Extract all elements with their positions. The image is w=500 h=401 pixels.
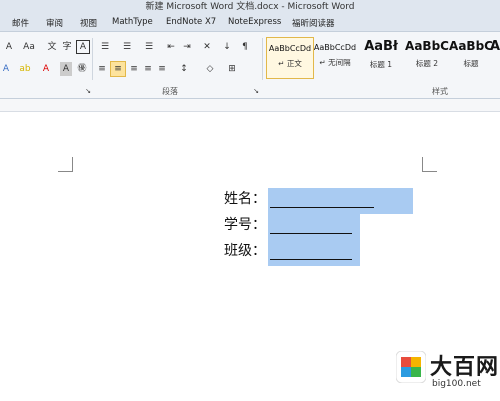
dialog-launcher-icon[interactable]: ↘ bbox=[252, 84, 260, 98]
menu-foxit[interactable]: 福昕阅读器 bbox=[292, 17, 335, 29]
line-spacing-icon[interactable]: ↕ bbox=[176, 62, 192, 76]
menu-view[interactable]: 视图 bbox=[80, 17, 97, 29]
justify-icon[interactable]: ≡ bbox=[142, 62, 154, 76]
window-title: 新建 Microsoft Word 文档.docx - Microsoft Wo… bbox=[0, 0, 500, 14]
style-sample: AaBbCcDd bbox=[268, 44, 312, 53]
style-name: ↵ 正文 bbox=[278, 59, 302, 68]
style-sample: AaBł bbox=[364, 39, 398, 54]
underline bbox=[270, 207, 374, 208]
site-logo: 大百网 big100.net bbox=[396, 349, 498, 395]
show-marks-icon[interactable]: ¶ bbox=[238, 40, 252, 54]
change-case-icon[interactable]: Aa bbox=[20, 40, 38, 54]
dialog-launcher-icon[interactable]: ↘ bbox=[84, 84, 92, 98]
divider bbox=[92, 38, 93, 80]
enclose-icon[interactable]: ㊝ bbox=[76, 62, 88, 76]
decrease-indent-icon[interactable]: ⇤ bbox=[164, 40, 178, 54]
student-id-input[interactable] bbox=[268, 214, 360, 240]
text-effect-icon[interactable]: A bbox=[0, 62, 12, 76]
borders-icon[interactable]: ⊞ bbox=[224, 62, 240, 76]
style-normal[interactable]: AaBbCcDd ↵ 正文 bbox=[266, 37, 314, 79]
style-heading-1[interactable]: AaBł 标题 1 bbox=[358, 37, 404, 77]
menu-mathtype[interactable]: MathType bbox=[112, 17, 153, 27]
grow-font-icon[interactable]: A bbox=[2, 40, 16, 54]
distributed-icon[interactable]: ≡ bbox=[156, 62, 168, 76]
styles-group-label: 样式 bbox=[432, 87, 448, 96]
paragraph-group-label: 段落 bbox=[162, 87, 178, 96]
logo-url: big100.net bbox=[432, 379, 481, 389]
style-sample: AaBbC bbox=[405, 39, 449, 53]
style-heading-2[interactable]: AaBbC 标题 2 bbox=[404, 37, 450, 77]
style-no-spacing[interactable]: AaBbCcDd ↵ 无间隔 bbox=[312, 37, 358, 77]
name-input[interactable] bbox=[268, 188, 413, 214]
ruler bbox=[0, 99, 500, 112]
style-sample: AaBbCcDd bbox=[313, 43, 357, 52]
style-sample: A bbox=[490, 39, 500, 54]
font-color-icon[interactable]: A bbox=[40, 62, 52, 76]
increase-indent-icon[interactable]: ⇥ bbox=[180, 40, 194, 54]
name-label: 姓名： bbox=[224, 191, 266, 207]
sort-icon[interactable]: ↓ bbox=[220, 40, 234, 54]
menu-bar: 邮件 审阅 视图 MathType EndNote X7 NoteExpress… bbox=[0, 14, 500, 32]
style-name: 标题 1 bbox=[369, 60, 393, 69]
menu-mail[interactable]: 邮件 bbox=[12, 17, 29, 29]
menu-noteexpress[interactable]: NoteExpress bbox=[228, 17, 281, 27]
multilevel-list-icon[interactable]: ☰ bbox=[140, 40, 158, 54]
style-name: 标题 2 bbox=[415, 59, 439, 68]
underline bbox=[270, 233, 352, 234]
align-center-icon[interactable]: ≡ bbox=[110, 61, 126, 77]
menu-review[interactable]: 审阅 bbox=[46, 17, 63, 29]
logo-badge-icon bbox=[396, 351, 426, 383]
chinese-layout-icon[interactable]: ✕ bbox=[198, 40, 216, 54]
shading-icon[interactable]: ◇ bbox=[202, 62, 218, 76]
student-id-label: 学号： bbox=[224, 217, 266, 233]
margin-corner-top-left bbox=[58, 157, 73, 172]
style-title[interactable]: AaBbC 标题 bbox=[448, 37, 494, 77]
margin-corner-top-right bbox=[422, 157, 437, 172]
underline bbox=[270, 259, 352, 260]
bullets-icon[interactable]: ☰ bbox=[96, 40, 114, 54]
style-name: 标题 bbox=[463, 59, 479, 68]
class-label: 班级： bbox=[224, 243, 266, 259]
style-more[interactable]: A bbox=[490, 37, 500, 77]
phonetic-guide-icon[interactable]: 文 bbox=[44, 40, 60, 54]
class-input[interactable] bbox=[268, 240, 360, 266]
align-left-icon[interactable]: ≡ bbox=[96, 62, 108, 76]
ribbon: A Aa 文 字 A ☰ ☰ ☰ ⇤ ⇥ ✕ ↓ ¶ A ab A A ㊝ ≡ … bbox=[0, 32, 500, 99]
divider bbox=[262, 38, 263, 80]
logo-text: 大百网 bbox=[430, 355, 500, 380]
char-shading-icon[interactable]: A bbox=[60, 62, 72, 76]
enclose-char-icon[interactable]: 字 bbox=[61, 40, 73, 54]
char-border-icon[interactable]: A bbox=[76, 40, 90, 54]
style-sample: AaBbC bbox=[449, 39, 493, 53]
align-right-icon[interactable]: ≡ bbox=[128, 62, 140, 76]
document-page[interactable]: 姓名： 学号： 班级： 大百网 big100.net bbox=[0, 112, 500, 401]
numbering-icon[interactable]: ☰ bbox=[118, 40, 136, 54]
menu-endnote[interactable]: EndNote X7 bbox=[166, 17, 216, 27]
style-name: ↵ 无间隔 bbox=[319, 58, 351, 67]
highlight-color-icon[interactable]: ab bbox=[16, 62, 34, 76]
